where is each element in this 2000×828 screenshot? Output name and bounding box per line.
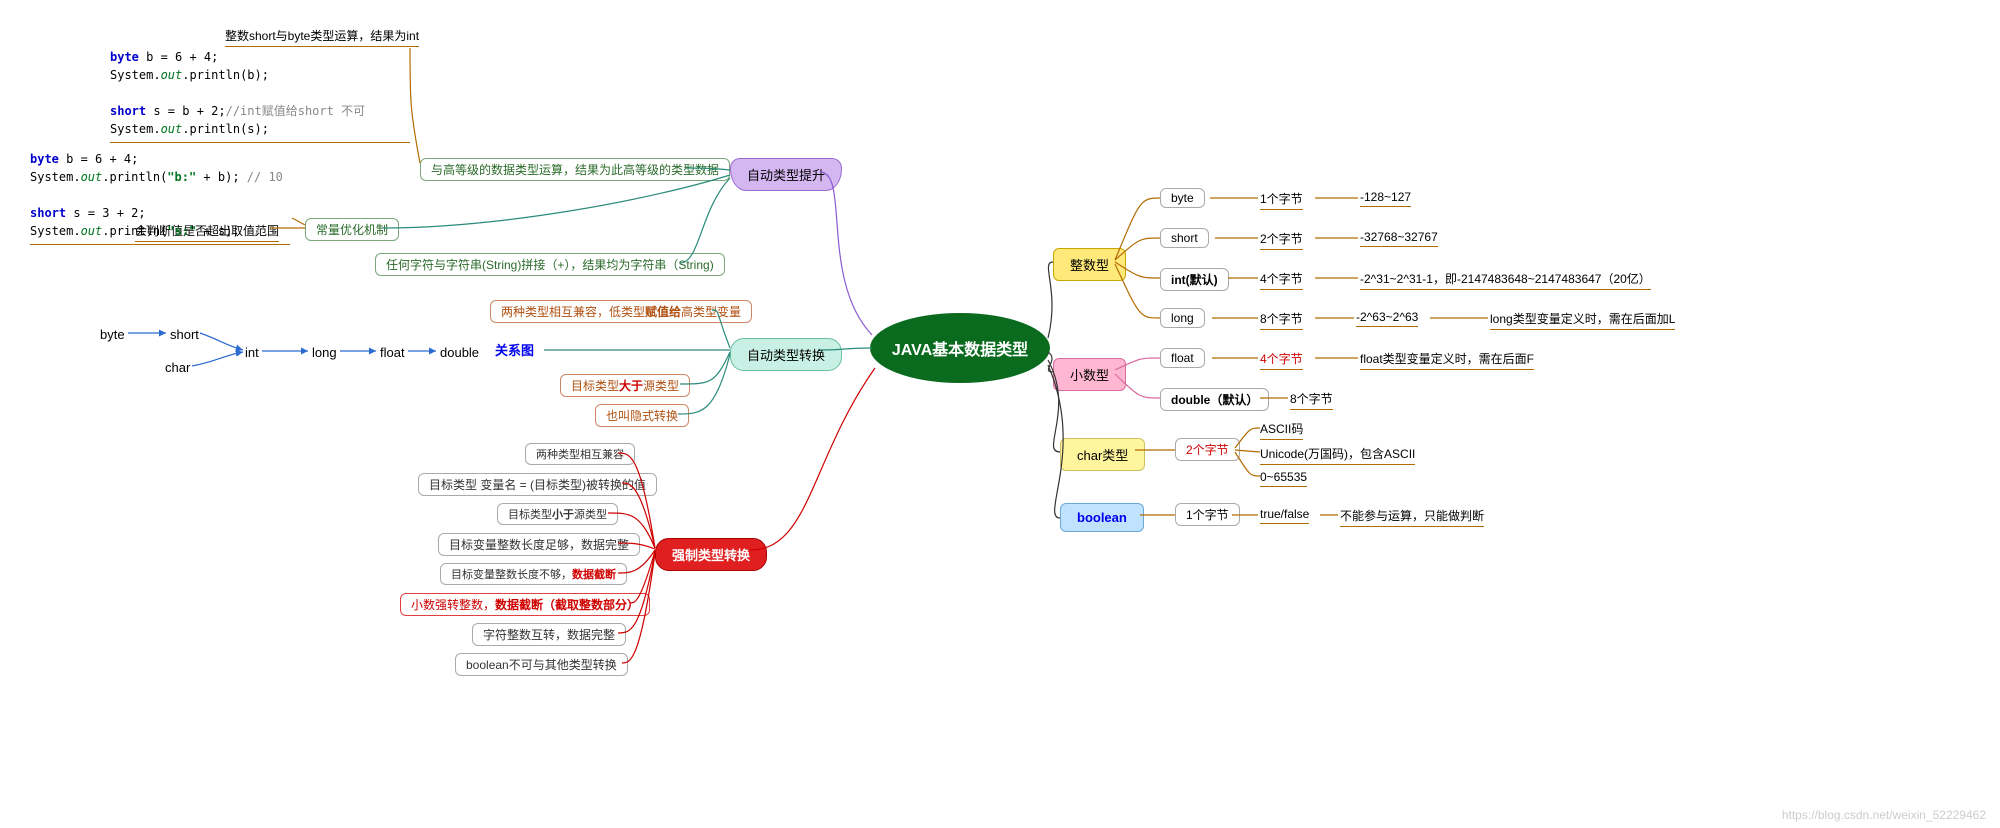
cat-char: char类型 xyxy=(1060,438,1145,471)
watermark: https://blog.csdn.net/weixin_52229462 xyxy=(1782,808,1986,822)
int-int-size: 4个字节 xyxy=(1260,270,1303,290)
int-byte-size: 1个字节 xyxy=(1260,190,1303,210)
flow-byte: byte xyxy=(100,327,125,342)
flow-int: int xyxy=(245,345,259,360)
root-label: JAVA基本数据类型 xyxy=(892,336,1028,360)
char-d1: ASCII码 xyxy=(1260,420,1303,440)
fc-l4: 目标变量整数长度足够，数据完整 xyxy=(438,533,640,556)
int-int-range: -2^31~2^31-1，即-2147483648~2147483647（20亿… xyxy=(1360,270,1651,290)
int-byte-range: -128~127 xyxy=(1360,190,1411,207)
cat-decimal: 小数型 xyxy=(1053,358,1126,391)
dec-double: double（默认） xyxy=(1160,388,1269,411)
cat-integer: 整数型 xyxy=(1053,248,1126,281)
flow-double: double xyxy=(440,345,479,360)
int-short-size: 2个字节 xyxy=(1260,230,1303,250)
root-node: JAVA基本数据类型 xyxy=(870,313,1050,383)
fc-l7: 字符整数互转，数据完整 xyxy=(472,623,626,646)
cat-boolean: boolean xyxy=(1060,503,1144,532)
int-long-range: -2^63~2^63 xyxy=(1356,310,1418,327)
int-int: int(默认) xyxy=(1160,268,1229,291)
code1: byte b = 6 + 4; System.out.println(b); s… xyxy=(110,48,410,143)
int-long-size: 8个字节 xyxy=(1260,310,1303,330)
fc-l5: 目标变量整数长度不够，数据截断 xyxy=(440,563,627,585)
ac-l1: 两种类型相互兼容，低类型赋值给高类型变量 xyxy=(490,300,752,323)
bool-size: 1个字节 xyxy=(1175,503,1240,526)
ap-l3: 任何字符与字符串(String)拼接（+），结果均为字符串（String) xyxy=(375,253,725,276)
flow-short: short xyxy=(170,327,199,342)
flow-char: char xyxy=(165,360,190,375)
fc-l1: 两种类型相互兼容 xyxy=(525,443,635,465)
cat-autoconvert: 自动类型转换 xyxy=(730,338,842,371)
int-byte: byte xyxy=(1160,188,1205,208)
int-long-note: long类型变量定义时，需在后面加L xyxy=(1490,310,1675,330)
bool-v: true/false xyxy=(1260,507,1309,524)
cat-autopromote: 自动类型提升 xyxy=(730,158,842,191)
ac-l3: 目标类型大于源类型 xyxy=(560,374,690,397)
fc-l8: boolean不可与其他类型转换 xyxy=(455,653,628,676)
char-d3: 0~65535 xyxy=(1260,470,1307,487)
dec-float: float xyxy=(1160,348,1205,368)
fc-l6: 小数强转整数，数据截断（截取整数部分） xyxy=(400,593,650,616)
dec-double-size: 8个字节 xyxy=(1290,390,1333,410)
ac-l2: 关系图 xyxy=(495,340,534,359)
dec-float-size: 4个字节 xyxy=(1260,350,1303,370)
ap-l1: 与高等级的数据类型运算，结果为此高等级的类型数据 xyxy=(420,158,730,181)
ap-topnote: 整数short与byte类型运算，结果为int xyxy=(225,27,419,47)
dec-float-note: float类型变量定义时，需在后面F xyxy=(1360,350,1534,370)
char-d2: Unicode(万国码)，包含ASCII xyxy=(1260,445,1415,465)
ap-l2: 常量优化机制 xyxy=(305,218,399,241)
code2: byte b = 6 + 4; System.out.println("b:" … xyxy=(30,150,290,245)
int-long: long xyxy=(1160,308,1205,328)
flow-long: long xyxy=(312,345,337,360)
mindmap-canvas: JAVA基本数据类型 整数型 小数型 char类型 boolean byte 1… xyxy=(0,0,2000,828)
cat-forceconvert: 强制类型转换 xyxy=(655,538,767,571)
bool-note: 不能参与运算，只能做判断 xyxy=(1340,507,1484,527)
flow-float: float xyxy=(380,345,405,360)
char-size: 2个字节 xyxy=(1175,438,1240,461)
fc-l2: 目标类型 变量名 = (目标类型)被转换的值 xyxy=(418,473,657,496)
ac-l4: 也叫隐式转换 xyxy=(595,404,689,427)
fc-l3: 目标类型小于源类型 xyxy=(497,503,618,525)
int-short: short xyxy=(1160,228,1209,248)
int-short-range: -32768~32767 xyxy=(1360,230,1438,247)
